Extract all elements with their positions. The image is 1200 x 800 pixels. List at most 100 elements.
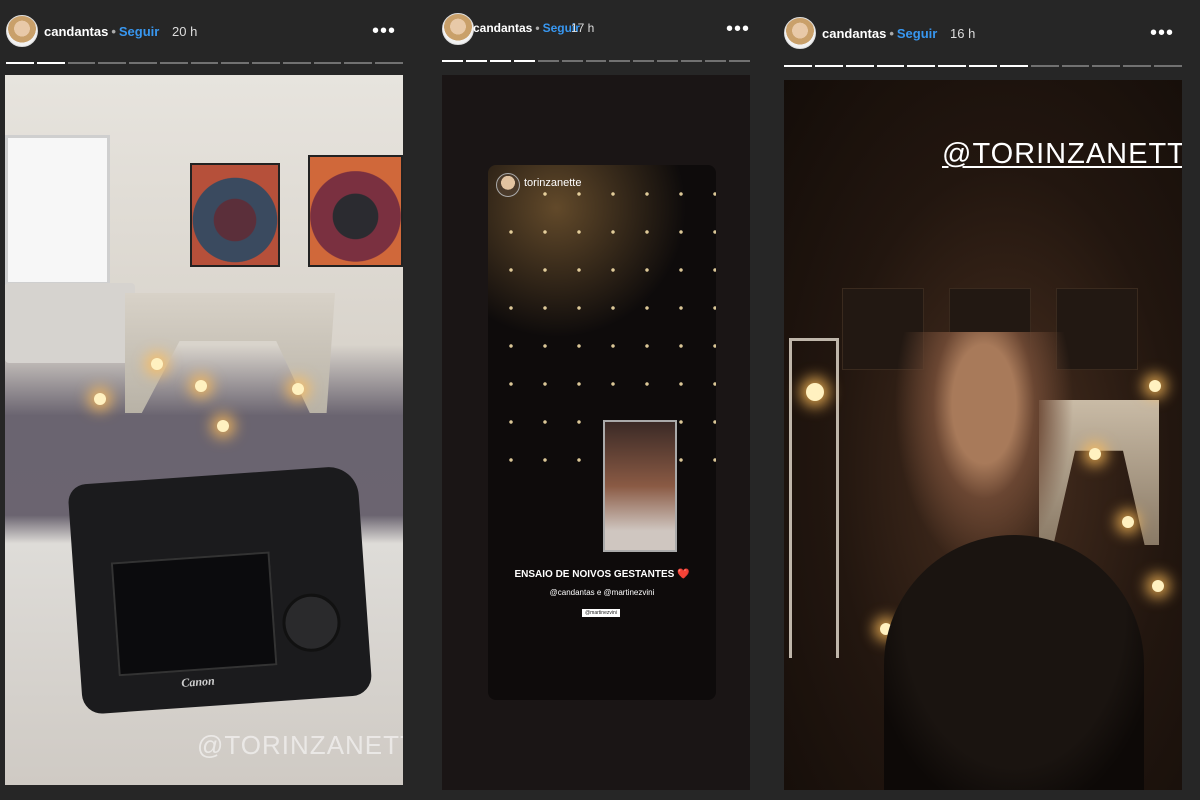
progress-segment	[561, 60, 583, 62]
light-bulb	[1152, 580, 1164, 592]
progress-segment	[729, 60, 750, 62]
separator-dot: •	[535, 21, 540, 35]
username-row: candantas • Seguir	[44, 24, 159, 39]
progress-segment	[969, 65, 997, 67]
story-panel-2[interactable]: candantas • Seguir 17 h ••• torinzanette E…	[436, 0, 756, 800]
story-time: 17 h	[571, 21, 595, 35]
progress-segment	[876, 65, 905, 67]
username-row: candantas • Seguir	[822, 26, 937, 41]
photographer-silhouette	[884, 535, 1144, 790]
embedded-avatar	[496, 173, 520, 197]
progress-segment	[1123, 65, 1152, 67]
painting-right	[308, 155, 403, 267]
progress-segment	[159, 62, 188, 64]
username[interactable]: candantas	[44, 24, 108, 39]
embedded-story: torinzanette ENSAIO DE NOIVOS GESTANTES …	[488, 165, 716, 700]
watermark-text: @TORINZANETTE	[197, 730, 403, 760]
progress-segment	[705, 60, 727, 62]
progress-bar	[6, 62, 403, 64]
story-panel-1[interactable]: candantas • Seguir 20 h ••• Canon @TORINZA…	[0, 0, 410, 800]
story-header: candantas • Seguir 17 h •••	[436, 0, 756, 62]
progress-segment	[1154, 65, 1182, 67]
embedded-photo	[603, 420, 677, 552]
progress-segment	[375, 62, 403, 64]
follow-button[interactable]: Seguir	[119, 24, 159, 39]
string-lights	[488, 165, 716, 465]
progress-segment	[609, 60, 631, 62]
watermark-text: @TORINZANETTE	[942, 138, 1182, 170]
progress-segment	[633, 60, 655, 62]
progress-segment	[1092, 65, 1121, 67]
progress-segment	[1030, 65, 1059, 67]
story-header: candantas • Seguir 20 h •••	[0, 0, 410, 64]
progress-segment	[252, 62, 280, 64]
embedded-caption: ENSAIO DE NOIVOS GESTANTES	[514, 569, 675, 580]
progress-segment	[657, 60, 679, 62]
camera: Canon	[67, 465, 373, 715]
story-panel-3[interactable]: candantas • Seguir 16 h ••• @TORINZANETTE	[780, 0, 1190, 800]
couch	[5, 283, 135, 363]
progress-segment	[190, 62, 219, 64]
embedded-mention-tag: @martinezvini	[582, 609, 620, 617]
light-bulb	[1089, 448, 1101, 460]
progress-bar	[784, 65, 1182, 67]
light-bulb	[195, 380, 207, 392]
progress-segment	[129, 62, 157, 64]
camera-brand: Canon	[180, 673, 216, 690]
progress-segment	[814, 65, 843, 67]
progress-segment	[489, 60, 511, 62]
light-bulb	[217, 420, 229, 432]
heart-icon: ❤️	[677, 569, 690, 580]
progress-segment	[344, 62, 373, 64]
couple-photo-subject	[894, 332, 1074, 572]
separator-dot: •	[889, 26, 894, 41]
light-bulb	[1122, 516, 1134, 528]
progress-bar	[442, 60, 750, 62]
window	[5, 135, 110, 285]
separator-dot: •	[111, 24, 116, 39]
progress-segment	[6, 62, 34, 64]
progress-segment	[282, 62, 311, 64]
username-row: candantas • Seguir	[473, 21, 580, 35]
progress-segment	[585, 60, 607, 62]
progress-segment	[999, 65, 1028, 67]
progress-segment	[681, 60, 703, 62]
username[interactable]: candantas	[473, 21, 532, 35]
story-media[interactable]: Canon @TORINZANETTE	[5, 75, 403, 785]
more-options-icon[interactable]: •••	[372, 21, 396, 41]
progress-segment	[1061, 65, 1090, 67]
story-header: candantas • Seguir 16 h •••	[780, 0, 1190, 67]
story-media[interactable]: torinzanette ENSAIO DE NOIVOS GESTANTES …	[442, 75, 750, 790]
avatar[interactable]	[442, 13, 474, 45]
camera-screen	[110, 551, 278, 677]
avatar[interactable]	[6, 15, 38, 47]
table	[125, 293, 335, 413]
light-bulb	[806, 383, 824, 401]
progress-segment	[442, 60, 463, 62]
progress-segment	[98, 62, 127, 64]
avatar[interactable]	[784, 17, 816, 49]
progress-segment	[907, 65, 936, 67]
light-bulb	[94, 393, 106, 405]
story-time: 20 h	[172, 24, 198, 39]
progress-segment	[221, 62, 250, 64]
follow-button[interactable]: Seguir	[897, 26, 937, 41]
progress-segment	[784, 65, 812, 67]
progress-segment	[67, 62, 96, 64]
story-media[interactable]: @TORINZANETTE	[784, 80, 1182, 790]
progress-segment	[36, 62, 65, 64]
progress-segment	[313, 62, 342, 64]
more-options-icon[interactable]: •••	[1150, 23, 1174, 43]
progress-segment	[537, 60, 559, 62]
progress-segment	[938, 65, 967, 67]
embedded-mentions: @candantas e @martinezvini	[549, 588, 655, 597]
username[interactable]: candantas	[822, 26, 886, 41]
progress-segment	[465, 60, 487, 62]
progress-segment	[513, 60, 535, 62]
embedded-caption-row: ENSAIO DE NOIVOS GESTANTES ❤️	[488, 569, 716, 580]
progress-segment	[845, 65, 874, 67]
embedded-username: torinzanette	[524, 177, 582, 189]
camera-dial	[280, 591, 343, 654]
more-options-icon[interactable]: •••	[726, 19, 750, 39]
light-bulb	[151, 358, 163, 370]
